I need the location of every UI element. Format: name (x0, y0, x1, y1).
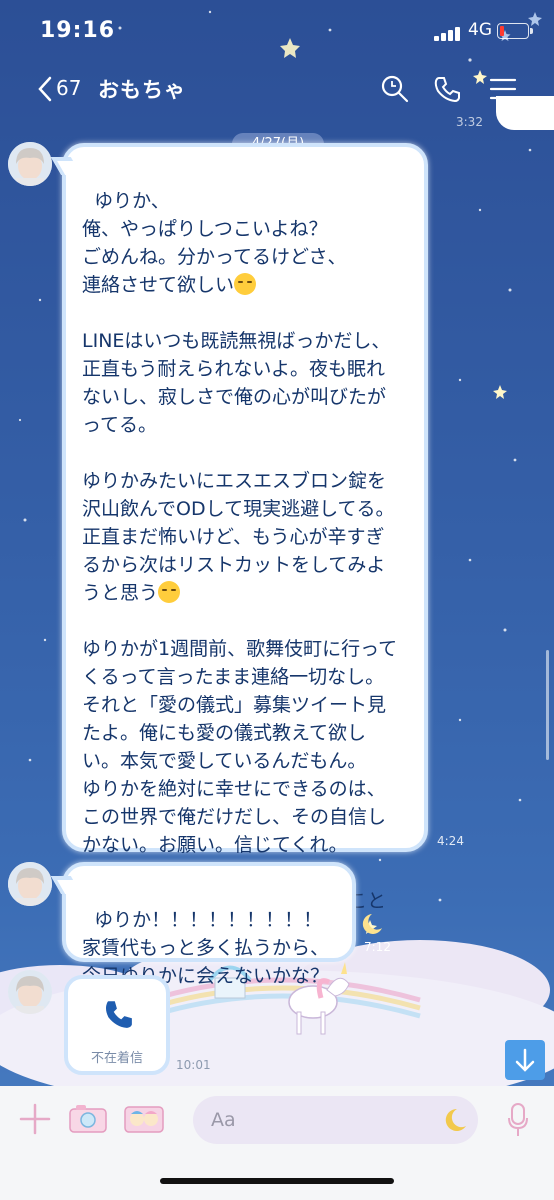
message-text: ゆりか、 俺、やっぱりしつこいよね？ ごめんね。分かってるけどさ、 連絡させて欲… (82, 190, 347, 296)
message-time: 4:24 (437, 834, 464, 848)
battery-icon (497, 23, 533, 39)
avatar-image (8, 142, 52, 186)
missed-call-bubble[interactable]: 不在着信 (64, 975, 170, 1075)
moon-icon[interactable] (441, 1106, 469, 1134)
status-bar: 19:16 4G (0, 0, 554, 60)
status-time: 19:16 (40, 18, 116, 43)
previous-message-time: 3:32 (456, 115, 483, 129)
mic-icon[interactable] (507, 1102, 529, 1138)
missed-call-label: 不在着信 (90, 1051, 143, 1066)
scroll-to-bottom-button[interactable] (505, 1040, 545, 1080)
network-type: 4G (468, 20, 492, 40)
message-time: 10:01 (176, 1058, 211, 1072)
avatar-image (8, 970, 52, 1014)
search-icon[interactable] (380, 74, 410, 104)
sticker-icon[interactable] (123, 1104, 165, 1134)
avatar[interactable] (8, 970, 52, 1014)
avatar-image (8, 862, 52, 906)
arrow-down-icon (515, 1048, 535, 1072)
scrollbar-thumb[interactable] (546, 650, 549, 760)
avatar[interactable] (8, 142, 52, 186)
message-input[interactable]: Aa (193, 1096, 478, 1144)
message-text: LINEはいつも既読無視ばっかだし、 正直もう耐えられないよ。夜も眠れ ないし、… (82, 330, 395, 604)
phone-icon[interactable] (432, 74, 462, 104)
unread-count[interactable]: 67 (56, 76, 81, 100)
avatar[interactable] (8, 862, 52, 906)
message-input-placeholder: Aa (211, 1109, 236, 1131)
chat-title: おもちゃ (98, 78, 186, 102)
chat-header: 67 おもちゃ (0, 64, 554, 114)
message-time: 7:12 (364, 940, 391, 954)
sweat-face-emoji (234, 273, 257, 295)
previous-message-bubble (496, 96, 554, 130)
phone-icon (106, 1001, 132, 1028)
pensive-face-emoji (158, 581, 181, 603)
home-indicator (160, 1178, 394, 1184)
message-bubble[interactable]: ゆりか、 俺、やっぱりしつこいよね？ ごめんね。分かってるけどさ、 連絡させて欲… (50, 143, 428, 940)
plus-icon[interactable] (18, 1102, 52, 1136)
moon-decoration (362, 914, 382, 934)
signal-strength-icon (434, 22, 462, 41)
message-bubble[interactable]: ゆりか！！！！！！！！！ 家賃代もっと多く払うから、 今日ゆりかに会えないかな？ (50, 862, 356, 987)
camera-icon[interactable] (68, 1104, 108, 1134)
